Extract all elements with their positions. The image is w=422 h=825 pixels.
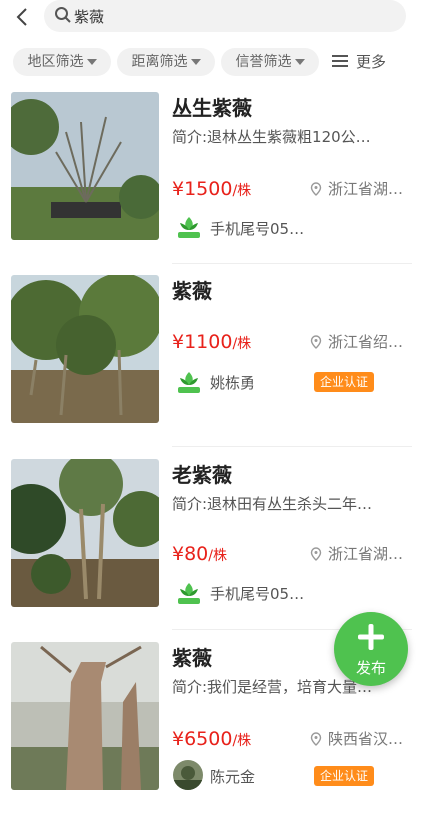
price-value: ¥1500 [172,178,233,200]
search-bar[interactable]: 紫薇 [44,0,406,32]
search-icon [55,7,71,23]
listing-card[interactable]: 丛生紫薇 简介:退林丛生紫薇粗120公… ¥1500/株 浙江省湖… 手机尾号0… [0,92,422,275]
listing-location: 浙江省绍… [310,331,403,352]
publish-button[interactable]: 发布 [334,612,408,686]
seller-name: 姚栋勇 [210,374,256,392]
plus-icon [358,624,384,650]
location-text: 浙江省绍… [328,333,404,351]
plant-logo-icon [178,217,200,238]
location-pin-icon [310,334,322,349]
location-pin-icon [310,731,322,746]
listing-card[interactable]: 紫薇 ¥1100/株 浙江省绍… 姚栋勇 企业认证 [0,275,422,458]
listing-location: 浙江省湖… [310,178,403,199]
listing-title: 紫薇 [172,646,212,670]
listing-desc: 简介:退林田有丛生杀头二年… [172,495,373,513]
price-unit: /株 [208,548,227,564]
listing-photo [11,92,159,240]
filter-distance-label: 距离筛选 [131,54,188,70]
seller-name: 手机尾号05… [210,585,305,603]
filter-region-button[interactable]: 地区筛选 [13,48,111,76]
back-arrow-icon[interactable] [14,6,32,28]
more-label: 更多 [356,53,387,71]
location-pin-icon [310,546,322,561]
listing-location: 浙江省湖… [310,543,403,564]
price-value: ¥1100 [172,331,233,353]
divider [172,446,412,447]
plant-logo-icon [178,583,200,604]
listing-price: ¥1100/株 [172,331,251,353]
publish-label: 发布 [355,659,386,677]
listing-title: 老紫薇 [172,463,232,487]
menu-icon [332,54,348,67]
price-unit: /株 [232,336,252,352]
filter-distance-button[interactable]: 距离筛选 [117,48,215,76]
plant-logo-icon [178,372,200,393]
listing-price: ¥6500/株 [172,728,251,750]
listing-title: 紫薇 [172,279,212,303]
price-value: ¥80 [172,543,209,565]
location-text: 陕西省汉… [328,730,404,748]
filter-reputation-label: 信誉筛选 [235,54,292,70]
more-filters-button[interactable]: 更多 [332,48,386,76]
filter-reputation-button[interactable]: 信誉筛选 [221,48,319,76]
divider [172,263,412,264]
top-bar: 紫薇 [0,0,422,36]
listing-photo [11,459,159,607]
listing-title: 丛生紫薇 [172,96,252,120]
listing-location: 陕西省汉… [310,728,403,749]
seller-name: 手机尾号05… [210,220,305,238]
location-pin-icon [310,181,322,196]
search-query[interactable]: 紫薇 [74,6,104,27]
filter-region-label: 地区筛选 [27,54,84,70]
enterprise-verified-badge: 企业认证 [314,372,375,392]
location-text: 浙江省湖… [328,180,404,198]
price-unit: /株 [232,733,252,749]
photo-avatar-icon [173,760,203,790]
seller-name: 陈元金 [210,768,256,786]
listing-price: ¥1500/株 [172,178,251,200]
filter-bar: 地区筛选 距离筛选 信誉筛选 更多 [0,48,422,78]
price-value: ¥6500 [172,728,233,750]
listing-photo [11,642,159,790]
enterprise-verified-badge: 企业认证 [314,766,375,786]
dropdown-triangle-icon [294,59,305,65]
listing-desc: 简介:退林丛生紫薇粗120公… [172,128,371,146]
dropdown-triangle-icon [86,59,97,65]
listing-photo [11,275,159,423]
location-text: 浙江省湖… [328,545,404,563]
dropdown-triangle-icon [190,59,201,65]
price-unit: /株 [232,183,252,199]
listing-price: ¥80/株 [172,543,227,565]
